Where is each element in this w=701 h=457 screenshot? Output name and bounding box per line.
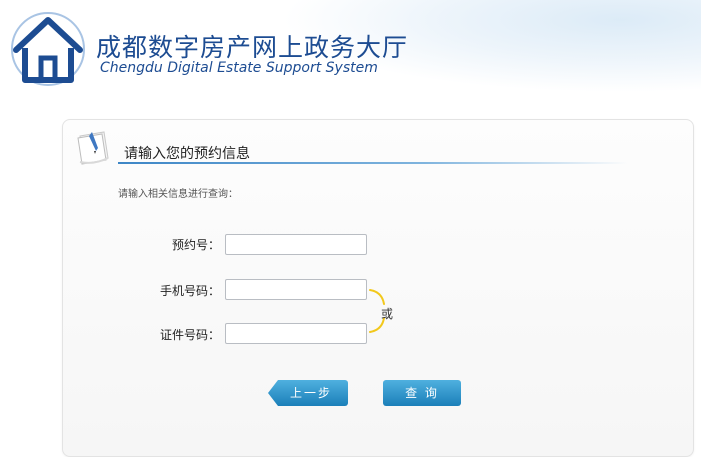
phone-number-label: 手机号码：	[159, 284, 220, 298]
title-underline	[118, 162, 628, 164]
id-number-label: 证件号码：	[159, 328, 220, 342]
reservation-number-label: 预约号：	[171, 238, 220, 252]
form-hint: 请输入相关信息进行查询：	[118, 189, 238, 200]
previous-step-label: 上一步	[289, 386, 332, 400]
house-logo-icon	[10, 10, 88, 88]
phone-number-input[interactable]	[225, 279, 367, 300]
id-number-input[interactable]	[225, 323, 367, 344]
site-title: 成都数字房产网上政务大厅	[96, 33, 409, 62]
or-label: 或	[381, 307, 394, 321]
reservation-number-input[interactable]	[225, 234, 367, 255]
notebook-pen-icon	[74, 128, 118, 168]
query-button[interactable]: 查 询	[383, 380, 461, 406]
previous-step-button[interactable]: 上一步	[268, 380, 348, 406]
section-title: 请输入您的预约信息	[124, 146, 250, 162]
site-subtitle: Chengdu Digital Estate Support System	[100, 60, 378, 76]
